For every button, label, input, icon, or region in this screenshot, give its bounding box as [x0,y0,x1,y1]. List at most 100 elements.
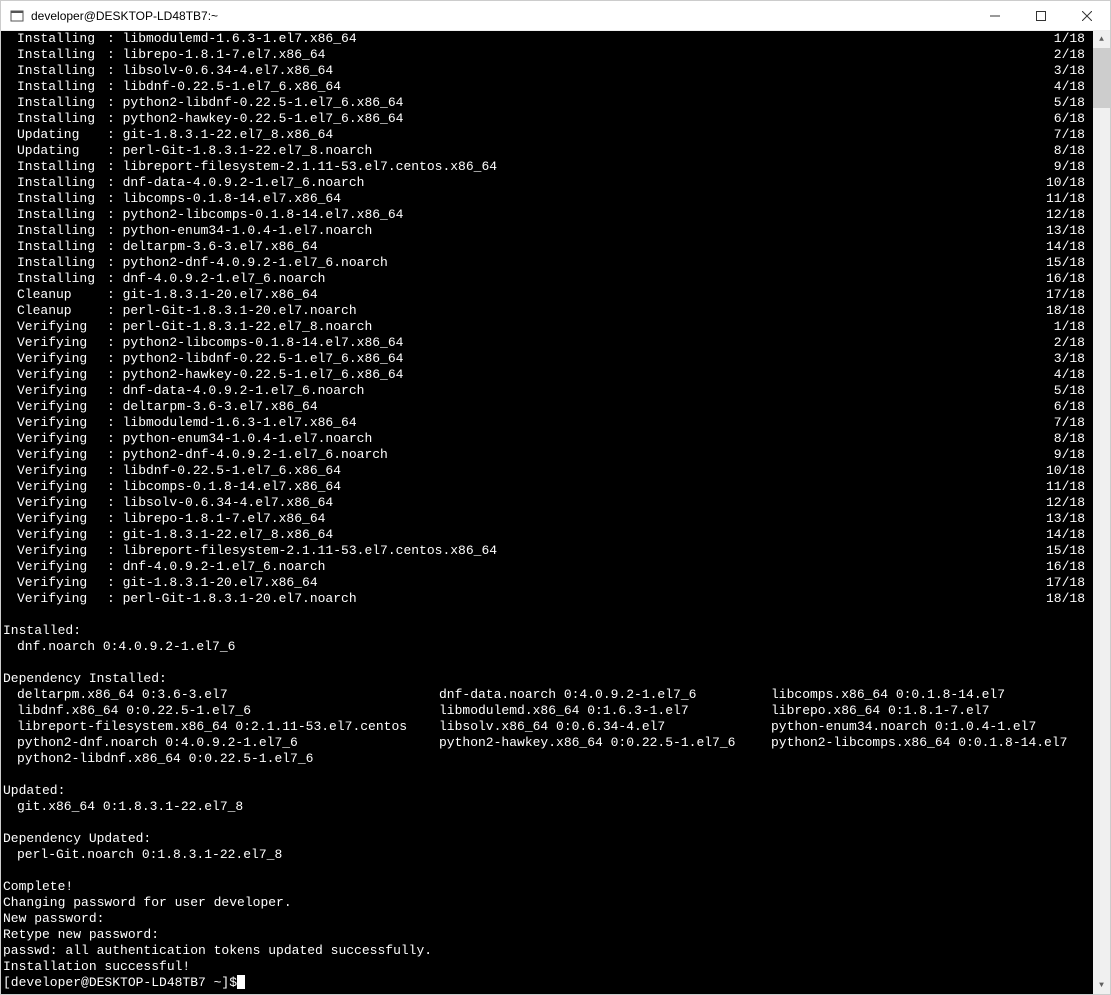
scrollbar[interactable]: ▲ ▼ [1093,31,1110,994]
action-label: Verifying [17,463,107,479]
terminal-window: developer@DESKTOP-LD48TB7:~ Installing: … [0,0,1111,995]
window-controls [972,1,1110,30]
action-label: Verifying [17,575,107,591]
package-name: : perl-Git-1.8.3.1-20.el7.noarch [107,303,1043,319]
section-header: Dependency Updated: [1,831,1093,847]
package-name: : deltarpm-3.6-3.el7.x86_64 [107,399,1043,415]
dependency-row: libdnf.x86_64 0:0.22.5-1.el7_6libmodulem… [1,703,1093,719]
action-label: Installing [17,111,107,127]
progress-count: 9/18 [1043,447,1093,463]
output-line: Verifying: deltarpm-3.6-3.el7.x86_646/18 [1,399,1093,415]
dep-package: python-enum34.noarch 0:1.0.4-1.el7 [771,719,1093,735]
action-label: Installing [17,207,107,223]
output-line: Complete! [1,879,1093,895]
action-label: Verifying [17,447,107,463]
output-line: Verifying: python2-hawkey-0.22.5-1.el7_6… [1,367,1093,383]
package-name: : python-enum34-1.0.4-1.el7.noarch [107,223,1043,239]
package-name: : libmodulemd-1.6.3-1.el7.x86_64 [107,31,1043,47]
package-name: : python2-libcomps-0.1.8-14.el7.x86_64 [107,335,1043,351]
scroll-down-arrow[interactable]: ▼ [1093,977,1110,994]
progress-count: 14/18 [1043,527,1093,543]
output-line: Installing: deltarpm-3.6-3.el7.x86_6414/… [1,239,1093,255]
terminal-output[interactable]: Installing: libmodulemd-1.6.3-1.el7.x86_… [1,31,1093,994]
action-label: Installing [17,47,107,63]
package-name: : python2-libdnf-0.22.5-1.el7_6.x86_64 [107,95,1043,111]
dep-package: python2-libdnf.x86_64 0:0.22.5-1.el7_6 [17,751,439,767]
package-name: : python2-dnf-4.0.9.2-1.el7_6.noarch [107,447,1043,463]
action-label: Installing [17,95,107,111]
package-name: : python2-hawkey-0.22.5-1.el7_6.x86_64 [107,111,1043,127]
action-label: Installing [17,63,107,79]
output-line: Installing: librepo-1.8.1-7.el7.x86_642/… [1,47,1093,63]
progress-count: 14/18 [1043,239,1093,255]
action-label: Verifying [17,399,107,415]
close-button[interactable] [1064,1,1110,30]
output-line: Installing: libmodulemd-1.6.3-1.el7.x86_… [1,31,1093,47]
scroll-track[interactable] [1093,48,1110,977]
scroll-thumb[interactable] [1093,48,1110,108]
scroll-up-arrow[interactable]: ▲ [1093,31,1110,48]
output-line: Verifying: dnf-data-4.0.9.2-1.el7_6.noar… [1,383,1093,399]
progress-count: 3/18 [1043,351,1093,367]
output-line: Installing: python2-libcomps-0.1.8-14.el… [1,207,1093,223]
package-name: : perl-Git-1.8.3.1-20.el7.noarch [107,591,1043,607]
package-name: : dnf-4.0.9.2-1.el7_6.noarch [107,271,1043,287]
minimize-button[interactable] [972,1,1018,30]
package-name: : libmodulemd-1.6.3-1.el7.x86_64 [107,415,1043,431]
output-line: Verifying: python2-dnf-4.0.9.2-1.el7_6.n… [1,447,1093,463]
action-label: Verifying [17,479,107,495]
dep-package: libdnf.x86_64 0:0.22.5-1.el7_6 [17,703,439,719]
dependency-row: deltarpm.x86_64 0:3.6-3.el7dnf-data.noar… [1,687,1093,703]
output-line: Verifying: python-enum34-1.0.4-1.el7.noa… [1,431,1093,447]
progress-count: 8/18 [1043,143,1093,159]
dep-package: libsolv.x86_64 0:0.6.34-4.el7 [439,719,771,735]
package-name: : git-1.8.3.1-20.el7.x86_64 [107,287,1043,303]
progress-count: 1/18 [1043,31,1093,47]
progress-count: 2/18 [1043,335,1093,351]
package-name: : librepo-1.8.1-7.el7.x86_64 [107,511,1043,527]
progress-count: 10/18 [1043,463,1093,479]
output-line: Verifying: libmodulemd-1.6.3-1.el7.x86_6… [1,415,1093,431]
dep-package: python2-libcomps.x86_64 0:0.1.8-14.el7 [771,735,1093,751]
package-name: : git-1.8.3.1-22.el7_8.x86_64 [107,527,1043,543]
dep-package: dnf-data.noarch 0:4.0.9.2-1.el7_6 [439,687,771,703]
updated-package: git.x86_64 0:1.8.3.1-22.el7_8 [1,799,1093,815]
package-name: : libsolv-0.6.34-4.el7.x86_64 [107,495,1043,511]
action-label: Verifying [17,591,107,607]
output-line: Retype new password: [1,927,1093,943]
action-label: Installing [17,223,107,239]
action-label: Installing [17,31,107,47]
output-line: Verifying: libreport-filesystem-2.1.11-5… [1,543,1093,559]
output-line: Verifying: librepo-1.8.1-7.el7.x86_6413/… [1,511,1093,527]
maximize-button[interactable] [1018,1,1064,30]
package-name: : librepo-1.8.1-7.el7.x86_64 [107,47,1043,63]
progress-count: 9/18 [1043,159,1093,175]
progress-count: 5/18 [1043,383,1093,399]
output-line: Verifying: perl-Git-1.8.3.1-22.el7_8.noa… [1,319,1093,335]
package-name: : libsolv-0.6.34-4.el7.x86_64 [107,63,1043,79]
progress-count: 18/18 [1043,591,1093,607]
output-line: Installing: python2-dnf-4.0.9.2-1.el7_6.… [1,255,1093,271]
action-label: Installing [17,79,107,95]
package-name: : python2-libcomps-0.1.8-14.el7.x86_64 [107,207,1043,223]
package-name: : git-1.8.3.1-20.el7.x86_64 [107,575,1043,591]
progress-count: 16/18 [1043,271,1093,287]
dep-package: libcomps.x86_64 0:0.1.8-14.el7 [771,687,1093,703]
package-name: : perl-Git-1.8.3.1-22.el7_8.noarch [107,143,1043,159]
package-name: : python-enum34-1.0.4-1.el7.noarch [107,431,1043,447]
action-label: Verifying [17,351,107,367]
dependency-row: python2-dnf.noarch 0:4.0.9.2-1.el7_6pyth… [1,735,1093,751]
output-line: Installing: dnf-data-4.0.9.2-1.el7_6.noa… [1,175,1093,191]
action-label: Installing [17,175,107,191]
progress-count: 12/18 [1043,207,1093,223]
output-line: Verifying: python2-libdnf-0.22.5-1.el7_6… [1,351,1093,367]
progress-count: 6/18 [1043,111,1093,127]
progress-count: 7/18 [1043,415,1093,431]
dep-package: librepo.x86_64 0:1.8.1-7.el7 [771,703,1093,719]
output-line: Installing: python-enum34-1.0.4-1.el7.no… [1,223,1093,239]
action-label: Verifying [17,383,107,399]
progress-count: 1/18 [1043,319,1093,335]
action-label: Verifying [17,559,107,575]
output-line: Cleanup: git-1.8.3.1-20.el7.x86_6417/18 [1,287,1093,303]
prompt-line[interactable]: [developer@DESKTOP-LD48TB7 ~]$ [1,975,1093,991]
